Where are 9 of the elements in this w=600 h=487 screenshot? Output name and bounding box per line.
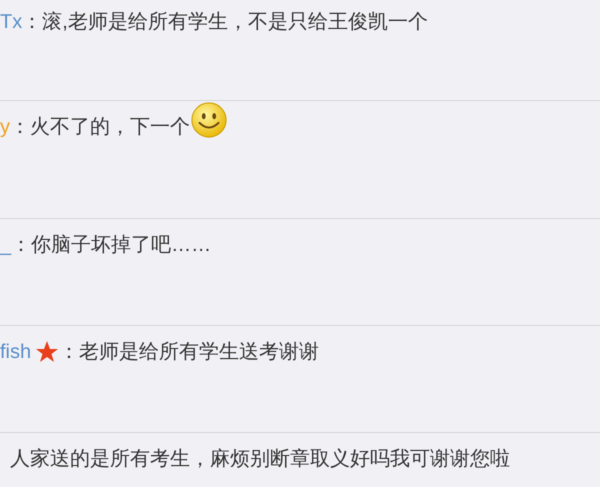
username-link[interactable]: _ xyxy=(0,231,12,259)
comment-text: ：你脑子坏掉了吧…… xyxy=(11,233,212,258)
comment-text: 人家送的是所有考生，麻烦别断章取义好吗我可谢谢您啦 xyxy=(10,447,510,472)
comment-text: ：滚,老师是给所有学生，不是只给王俊凯一个 xyxy=(22,10,428,35)
comment-text: ：火不了的，下一个 xyxy=(10,115,190,140)
comment-text: ：老师是给所有学生送考谢谢 xyxy=(59,340,320,365)
username-link[interactable]: Tx xyxy=(0,8,22,36)
username-link[interactable]: fish xyxy=(0,338,32,366)
username-link[interactable]: y xyxy=(0,113,10,141)
